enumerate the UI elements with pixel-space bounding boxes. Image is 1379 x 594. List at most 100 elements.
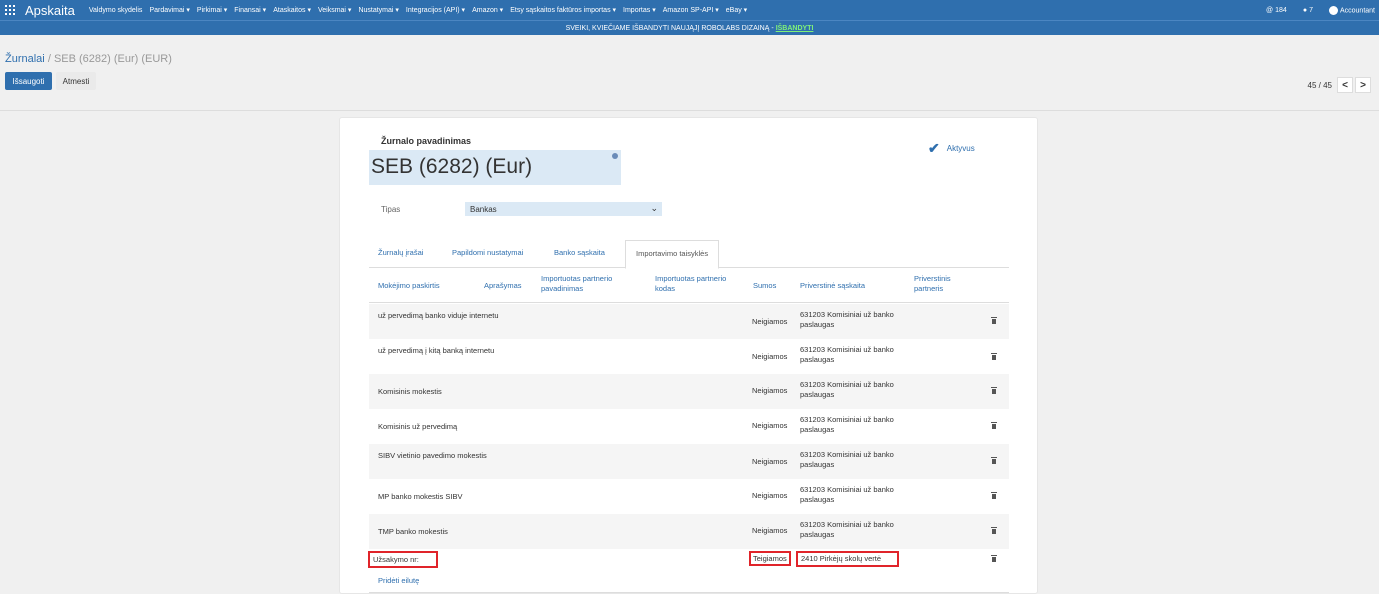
trash-icon[interactable]: [991, 492, 997, 499]
menu-item-amazon-sp-api[interactable]: Amazon SP-API ▾: [663, 6, 719, 14]
menu-item-import[interactable]: Importas ▾: [623, 6, 656, 14]
menu-item-purchases[interactable]: Pirkimai ▾: [197, 6, 227, 14]
breadcrumb: Žurnalai / SEB (6282) (Eur) (EUR): [5, 53, 172, 65]
row-account: 631203 Komisiniai už banko paslaugas: [800, 380, 894, 399]
col-purpose[interactable]: Mokėjimo paskirtis: [378, 281, 440, 291]
active-toggle[interactable]: ✔ Aktyvus: [928, 140, 975, 157]
row-sign: Neigiamos: [752, 491, 788, 500]
menu-item-sales[interactable]: Pardavimai ▾: [149, 6, 189, 14]
col-description[interactable]: Aprašymas: [484, 281, 522, 291]
table-row[interactable]: Užsakymo nr: Teigiamos 2410 Pirkėjų skol…: [368, 549, 1009, 571]
menu-item-finance[interactable]: Finansai ▾: [234, 6, 266, 14]
row-account: 2410 Pirkėjų skolų vertė: [796, 551, 899, 567]
row-sign: Neigiamos: [752, 317, 788, 326]
row-purpose: MP banko mokestis SIBV: [378, 492, 463, 501]
type-value: Bankas: [470, 204, 497, 214]
menu-item-settings[interactable]: Nustatymai ▾: [358, 6, 398, 14]
trash-icon[interactable]: [991, 353, 997, 360]
row-purpose: už pervedimą į kitą banką internetu: [378, 346, 495, 355]
save-button[interactable]: Išsaugoti: [5, 72, 52, 90]
trash-icon[interactable]: [991, 527, 997, 534]
navbar-right: @184 ● 7 Accountant: [1250, 0, 1375, 20]
pager-prev-button[interactable]: <: [1337, 77, 1353, 93]
row-purpose: Komisinis mokestis: [378, 387, 442, 396]
journal-name-value: SEB (6282) (Eur): [371, 155, 533, 178]
menu-item-ebay[interactable]: eBay ▾: [726, 6, 747, 14]
row-purpose: TMP banko mokestis: [378, 527, 448, 536]
chevron-down-icon: ⌄: [650, 203, 658, 213]
col-partner-code[interactable]: Importuotas partnerio kodas: [655, 274, 747, 294]
row-account: 631203 Komisiniai už banko paslaugas: [800, 450, 894, 469]
tab-journal-entries[interactable]: Žurnalų įrašai: [378, 248, 423, 257]
table-row[interactable]: Komisinis už pervedimą Neigiamos 631203 …: [369, 409, 1009, 444]
control-panel-divider: [0, 110, 1379, 111]
col-forced-partner[interactable]: Priverstinis partneris: [914, 274, 974, 294]
trash-icon[interactable]: [991, 387, 997, 394]
breadcrumb-separator: /: [47, 53, 51, 65]
col-partner-name[interactable]: Importuotas partnerio pavadinimas: [541, 274, 641, 294]
breadcrumb-parent[interactable]: Žurnalai: [5, 53, 45, 65]
tab-bank-account[interactable]: Banko sąskaita: [554, 248, 605, 257]
table-row[interactable]: Komisinis mokestis Neigiamos 631203 Komi…: [369, 374, 1009, 409]
table-row[interactable]: TMP banko mokestis Neigiamos 631203 Komi…: [369, 514, 1009, 549]
menu-item-dashboard[interactable]: Valdymo skydelis: [89, 7, 143, 14]
journal-name-field[interactable]: SEB (6282) (Eur): [369, 150, 621, 185]
user-menu[interactable]: Accountant: [1321, 5, 1375, 15]
table-row[interactable]: už pervedimą banko viduje internetu Neig…: [369, 304, 1009, 339]
table-row[interactable]: SIBV vietinio pavedimo mokestis Neigiamo…: [369, 444, 1009, 479]
tab-additional-settings[interactable]: Papildomi nustatymai: [452, 248, 523, 257]
row-purpose: už pervedimą banko viduje internetu: [378, 311, 499, 320]
active-label: Aktyvus: [946, 144, 975, 153]
trash-icon[interactable]: [991, 555, 997, 562]
discard-button[interactable]: Atmesti: [56, 72, 96, 90]
row-purpose: Komisinis už pervedimą: [378, 422, 458, 431]
activity-count: 184: [1275, 6, 1287, 14]
messages-indicator[interactable]: ● 7: [1295, 7, 1313, 14]
row-sign: Teigiamos: [749, 551, 791, 566]
pager-next-button[interactable]: >: [1355, 77, 1371, 93]
row-purpose: Užsakymo nr:: [368, 551, 438, 568]
col-amounts[interactable]: Sumos: [753, 281, 776, 291]
chat-icon: ●: [1302, 6, 1308, 14]
row-sign: Neigiamos: [752, 526, 788, 535]
table-row[interactable]: MP banko mokestis SIBV Neigiamos 631203 …: [369, 479, 1009, 514]
menu-item-reports[interactable]: Ataskaitos ▾: [273, 6, 311, 14]
form-tabs: Žurnalų įrašai Papildomi nustatymai Bank…: [369, 240, 1009, 269]
translate-globe-icon[interactable]: [612, 153, 618, 159]
journal-name-label: Žurnalo pavadinimas: [381, 136, 472, 146]
pager-value: 45 / 45: [1307, 80, 1332, 90]
row-account: 631203 Komisiniai už banko paslaugas: [800, 415, 894, 434]
type-select[interactable]: Bankas ⌄: [465, 202, 662, 216]
add-line-link[interactable]: Pridėti eilutę: [378, 576, 419, 585]
menu-item-actions[interactable]: Veiksmai ▾: [318, 6, 351, 14]
menu-item-amazon[interactable]: Amazon ▾: [472, 6, 503, 14]
messages-count: 7: [1309, 6, 1313, 14]
menu-item-integrations[interactable]: Integracijos (API) ▾: [406, 6, 465, 14]
app-title[interactable]: Apskaita: [25, 3, 75, 18]
row-sign: Neigiamos: [752, 352, 788, 361]
trash-icon[interactable]: [991, 422, 997, 429]
tab-import-rules[interactable]: Importavimo taisyklės: [625, 240, 720, 269]
table-bottom-border: [369, 592, 1009, 593]
row-purpose: SIBV vietinio pavedimo mokestis: [378, 451, 487, 460]
user-name: Accountant: [1339, 6, 1375, 14]
activity-indicator[interactable]: @184: [1258, 7, 1287, 14]
avatar: [1328, 5, 1338, 15]
row-sign: Neigiamos: [752, 457, 788, 466]
menu-item-etsy-import[interactable]: Etsy sąskaitos faktūros importas ▾: [510, 6, 616, 14]
row-account: 631203 Komisiniai už banko paslaugas: [800, 345, 894, 364]
form-sheet: Žurnalo pavadinimas SEB (6282) (Eur) ✔ A…: [339, 117, 1038, 594]
table-header: Mokėjimo paskirtis Aprašymas Importuotas…: [369, 268, 1009, 303]
apps-grid-icon[interactable]: [5, 5, 15, 15]
trash-icon[interactable]: [991, 317, 997, 324]
banner-text: SVEIKI, KVIEČIAME IŠBANDYTI NAUJĄJĮ ROBO…: [565, 24, 774, 32]
row-account: 631203 Komisiniai už banko paslaugas: [800, 520, 894, 539]
record-pager: 45 / 45 < >: [1308, 77, 1371, 93]
col-forced-account[interactable]: Priverstinė sąskaita: [800, 281, 865, 291]
row-account: 631203 Komisiniai už banko paslaugas: [800, 485, 894, 504]
banner-try-link[interactable]: IŠBANDYTI: [776, 25, 814, 32]
row-sign: Neigiamos: [752, 421, 788, 430]
table-row[interactable]: už pervedimą į kitą banką internetu Neig…: [369, 339, 1009, 374]
row-sign: Neigiamos: [752, 386, 788, 395]
trash-icon[interactable]: [991, 457, 997, 464]
